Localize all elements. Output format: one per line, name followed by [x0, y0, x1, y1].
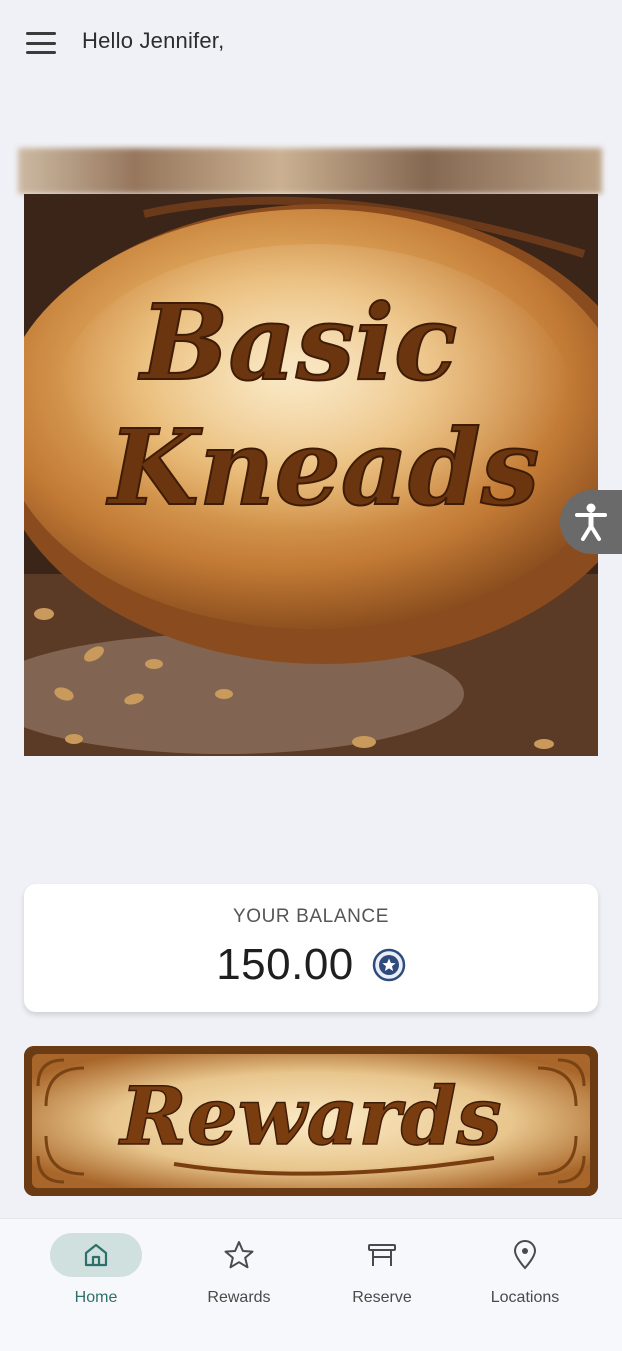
location-pin-icon: [513, 1240, 537, 1270]
balance-card[interactable]: YOUR BALANCE 150.00: [24, 884, 598, 1012]
nav-label-home: Home: [74, 1289, 118, 1306]
hamburger-menu-icon[interactable]: [26, 30, 56, 56]
nav-label-locations: Locations: [490, 1289, 560, 1306]
hero-brand-line1: Basic: [138, 281, 458, 404]
table-icon: [368, 1244, 396, 1266]
balance-label: YOUR BALANCE: [232, 906, 390, 927]
accessibility-button[interactable]: [560, 490, 622, 554]
nav-label-reserve: Reserve: [352, 1289, 412, 1306]
bottom-navigation: Home Rewards Reserve Locations: [0, 1218, 622, 1351]
nav-label-rewards: Rewards: [207, 1289, 271, 1306]
rewards-banner-text: Rewards: [118, 1069, 501, 1163]
hero-brand-line2: Kneads: [106, 406, 540, 529]
nav-item-rewards[interactable]: Rewards: [174, 1233, 304, 1333]
star-coin-icon: [372, 948, 406, 982]
nav-item-locations[interactable]: Locations: [460, 1233, 590, 1333]
hero-image-blur-strip: [18, 148, 602, 194]
accessibility-icon: [575, 503, 607, 541]
greeting-text: Hello Jennifer,: [82, 28, 225, 53]
rewards-banner[interactable]: Rewards: [24, 1046, 598, 1196]
home-icon: [84, 1243, 108, 1267]
nav-item-reserve[interactable]: Reserve: [317, 1233, 447, 1333]
hero-bread-image: Basic Kneads: [24, 194, 598, 756]
nav-item-home[interactable]: Home: [31, 1233, 161, 1333]
star-icon: [224, 1241, 254, 1269]
balance-value: 150.00: [216, 940, 354, 989]
top-bar: Hello Jennifer,: [0, 0, 622, 86]
